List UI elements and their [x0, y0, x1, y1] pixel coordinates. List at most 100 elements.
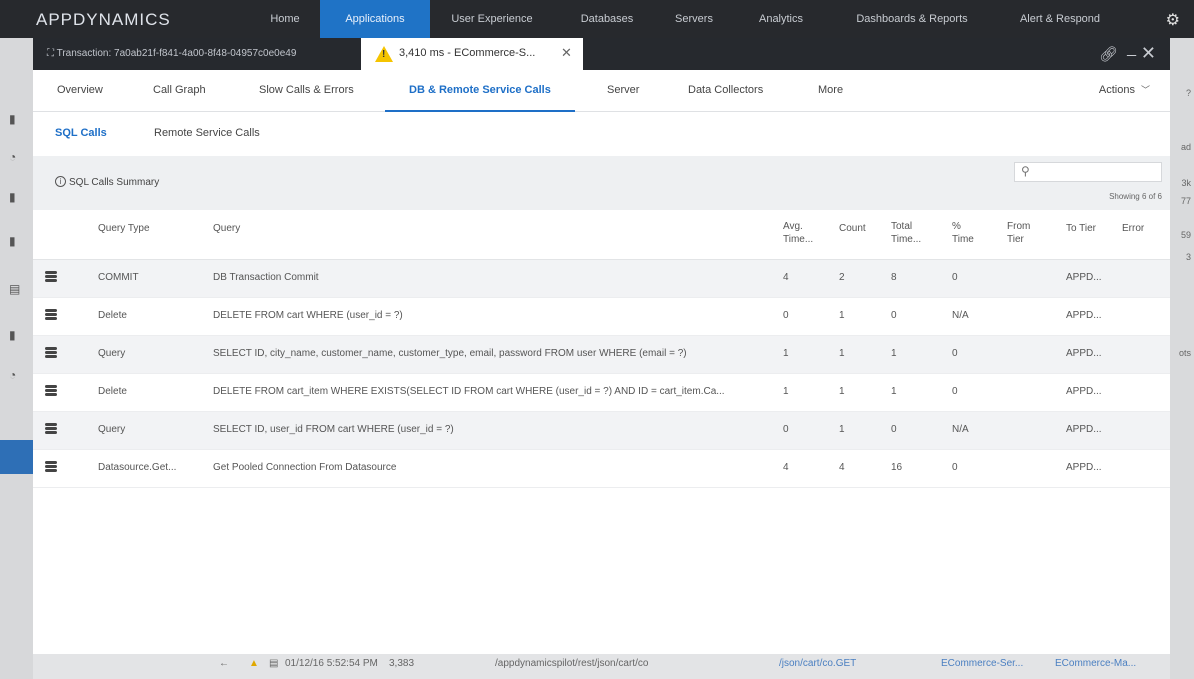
- cell-query: DELETE FROM cart_item WHERE EXISTS(SELEC…: [213, 386, 725, 397]
- column-header-query[interactable]: Query: [213, 222, 240, 235]
- tab-db-remote-service-calls[interactable]: DB & Remote Service Calls: [385, 70, 575, 112]
- table-row[interactable]: Query SELECT ID, city_name, customer_nam…: [33, 336, 1170, 374]
- nav-servers[interactable]: Servers: [666, 0, 722, 38]
- warning-icon: ▲: [249, 658, 259, 669]
- database-icon: [45, 461, 57, 475]
- background-left-sidebar: ▮ ◔ ▮ ▮ ▤ ▮ ◔: [0, 38, 33, 679]
- cell-pct-time: N/A: [952, 310, 969, 321]
- cell-count: 4: [839, 462, 845, 473]
- cell-query: DELETE FROM cart WHERE (user_id = ?): [213, 310, 403, 321]
- nav-alert-respond[interactable]: Alert & Respond: [1008, 0, 1112, 38]
- background-tier-link[interactable]: ECommerce-Ser...: [941, 658, 1023, 669]
- table-row[interactable]: Delete DELETE FROM cart WHERE (user_id =…: [33, 298, 1170, 336]
- column-header-to-tier[interactable]: To Tier: [1066, 222, 1096, 235]
- cell-to-tier[interactable]: APPD...: [1066, 310, 1102, 321]
- cell-pct-time: 0: [952, 348, 958, 359]
- actions-menu[interactable]: Actions ﹀: [1099, 70, 1150, 112]
- background-bottom-row: ← ▲ ▤ 01/12/16 5:52:54 PM 3,383 /appdyna…: [33, 654, 1170, 679]
- nav-analytics[interactable]: Analytics: [748, 0, 814, 38]
- modal-tab-bar: ⛶ Transaction: 7a0ab21f-f841-4a00-8f48-0…: [33, 38, 1170, 70]
- table-row[interactable]: COMMIT DB Transaction Commit 4 2 8 0 APP…: [33, 260, 1170, 298]
- column-header-count[interactable]: Count: [839, 222, 866, 235]
- nav-databases[interactable]: Databases: [572, 0, 642, 38]
- background-timestamp: 01/12/16 5:52:54 PM: [285, 658, 378, 669]
- sql-calls-summary: i SQL Calls Summary ⚲ Showing 6 of 6: [33, 156, 1170, 210]
- cell-total-time: 16: [891, 462, 903, 473]
- background-sidebar-icon: ▮: [9, 112, 16, 126]
- cell-total-time: 0: [891, 424, 897, 435]
- background-sidebar-icon: ◔: [9, 368, 17, 382]
- cell-to-tier[interactable]: APPD...: [1066, 462, 1102, 473]
- column-header-query-type[interactable]: Query Type: [98, 222, 150, 235]
- tab-more[interactable]: More: [818, 70, 843, 112]
- table-row[interactable]: Datasource.Get... Get Pooled Connection …: [33, 450, 1170, 488]
- nav-home[interactable]: Home: [262, 0, 308, 38]
- cell-total-time: 1: [891, 348, 897, 359]
- document-icon: ▤: [269, 658, 279, 669]
- column-header-from-tier[interactable]: From Tier: [1007, 220, 1037, 246]
- background-right-label: ad: [1180, 142, 1191, 152]
- cell-pct-time: N/A: [952, 424, 969, 435]
- background-node-link[interactable]: ECommerce-Ma...: [1055, 658, 1136, 669]
- column-header-error[interactable]: Error: [1122, 222, 1144, 235]
- subtab-sql-calls[interactable]: SQL Calls: [55, 127, 107, 139]
- nav-dashboards-reports[interactable]: Dashboards & Reports: [846, 0, 978, 38]
- cell-total-time: 8: [891, 272, 897, 283]
- background-right-label: ?: [1185, 88, 1191, 98]
- close-icon[interactable]: ✕: [1141, 43, 1156, 64]
- warning-icon: !: [375, 46, 393, 62]
- cell-avg-time: 1: [783, 386, 789, 397]
- tab-business-transaction[interactable]: ! 3,410 ms - ECommerce-S... ✕: [361, 38, 583, 70]
- cell-avg-time: 0: [783, 424, 789, 435]
- nav-user-experience[interactable]: User Experience: [444, 0, 540, 38]
- subtab-remote-service-calls[interactable]: Remote Service Calls: [154, 127, 260, 139]
- cell-query: Get Pooled Connection From Datasource: [213, 462, 397, 473]
- tab-server[interactable]: Server: [607, 70, 639, 112]
- cell-query-type: Query: [98, 348, 126, 359]
- cell-count: 1: [839, 310, 845, 321]
- cell-to-tier[interactable]: APPD...: [1066, 348, 1102, 359]
- column-header-total-time[interactable]: Total Time...: [891, 220, 925, 246]
- cell-query-type: Query: [98, 424, 126, 435]
- appdynamics-logo[interactable]: APPDYNAMICS: [36, 10, 171, 30]
- background-right-label: 77: [1180, 196, 1191, 206]
- database-icon: [45, 271, 57, 285]
- link-icon[interactable]: 🔗︎: [1099, 45, 1118, 63]
- cell-total-time: 0: [891, 310, 897, 321]
- info-icon[interactable]: i: [55, 176, 66, 187]
- close-tab-icon[interactable]: ✕: [561, 45, 572, 61]
- table-row[interactable]: Delete DELETE FROM cart_item WHERE EXIST…: [33, 374, 1170, 412]
- background-sidebar-icon: ▮: [9, 328, 16, 342]
- cell-to-tier[interactable]: APPD...: [1066, 272, 1102, 283]
- cell-pct-time: 0: [952, 386, 958, 397]
- background-sidebar-icon: ▮: [9, 234, 16, 248]
- transaction-modal: ⛶ Transaction: 7a0ab21f-f841-4a00-8f48-0…: [33, 38, 1170, 654]
- tab-overview[interactable]: Overview: [57, 70, 103, 112]
- tab-transaction[interactable]: ⛶ Transaction: 7a0ab21f-f841-4a00-8f48-0…: [47, 38, 296, 70]
- tab-call-graph[interactable]: Call Graph: [153, 70, 206, 112]
- nav-applications[interactable]: Applications: [320, 0, 430, 38]
- cell-count: 1: [839, 348, 845, 359]
- tab-slow-calls-errors[interactable]: Slow Calls & Errors: [259, 70, 354, 112]
- column-header-pct-time[interactable]: % Time: [952, 220, 978, 246]
- minimize-icon[interactable]: _: [1127, 40, 1136, 58]
- cell-to-tier[interactable]: APPD...: [1066, 424, 1102, 435]
- background-bt-link[interactable]: /json/cart/co.GET: [779, 658, 856, 669]
- tab-data-collectors[interactable]: Data Collectors: [688, 70, 763, 112]
- database-icon: [45, 309, 57, 323]
- cell-to-tier[interactable]: APPD...: [1066, 386, 1102, 397]
- background-sidebar-icon: ▤: [9, 282, 21, 296]
- summary-title: SQL Calls Summary: [69, 177, 160, 188]
- table-header: Query Type Query Avg. Time... Count Tota…: [33, 210, 1170, 260]
- table-row[interactable]: Query SELECT ID, user_id FROM cart WHERE…: [33, 412, 1170, 450]
- background-sidebar-icon: ▮: [9, 190, 16, 204]
- search-input[interactable]: ⚲: [1014, 162, 1162, 182]
- background-duration: 3,383: [389, 658, 415, 669]
- background-selected-item: [0, 440, 33, 474]
- gear-icon[interactable]: ⚙: [1166, 10, 1180, 30]
- column-header-avg-time[interactable]: Avg. Time...: [783, 220, 817, 246]
- background-url: /appdynamicspilot/rest/json/cart/co: [495, 658, 649, 669]
- background-sidebar-icon: ◔: [9, 150, 17, 164]
- database-icon: [45, 347, 57, 361]
- cell-count: 1: [839, 424, 845, 435]
